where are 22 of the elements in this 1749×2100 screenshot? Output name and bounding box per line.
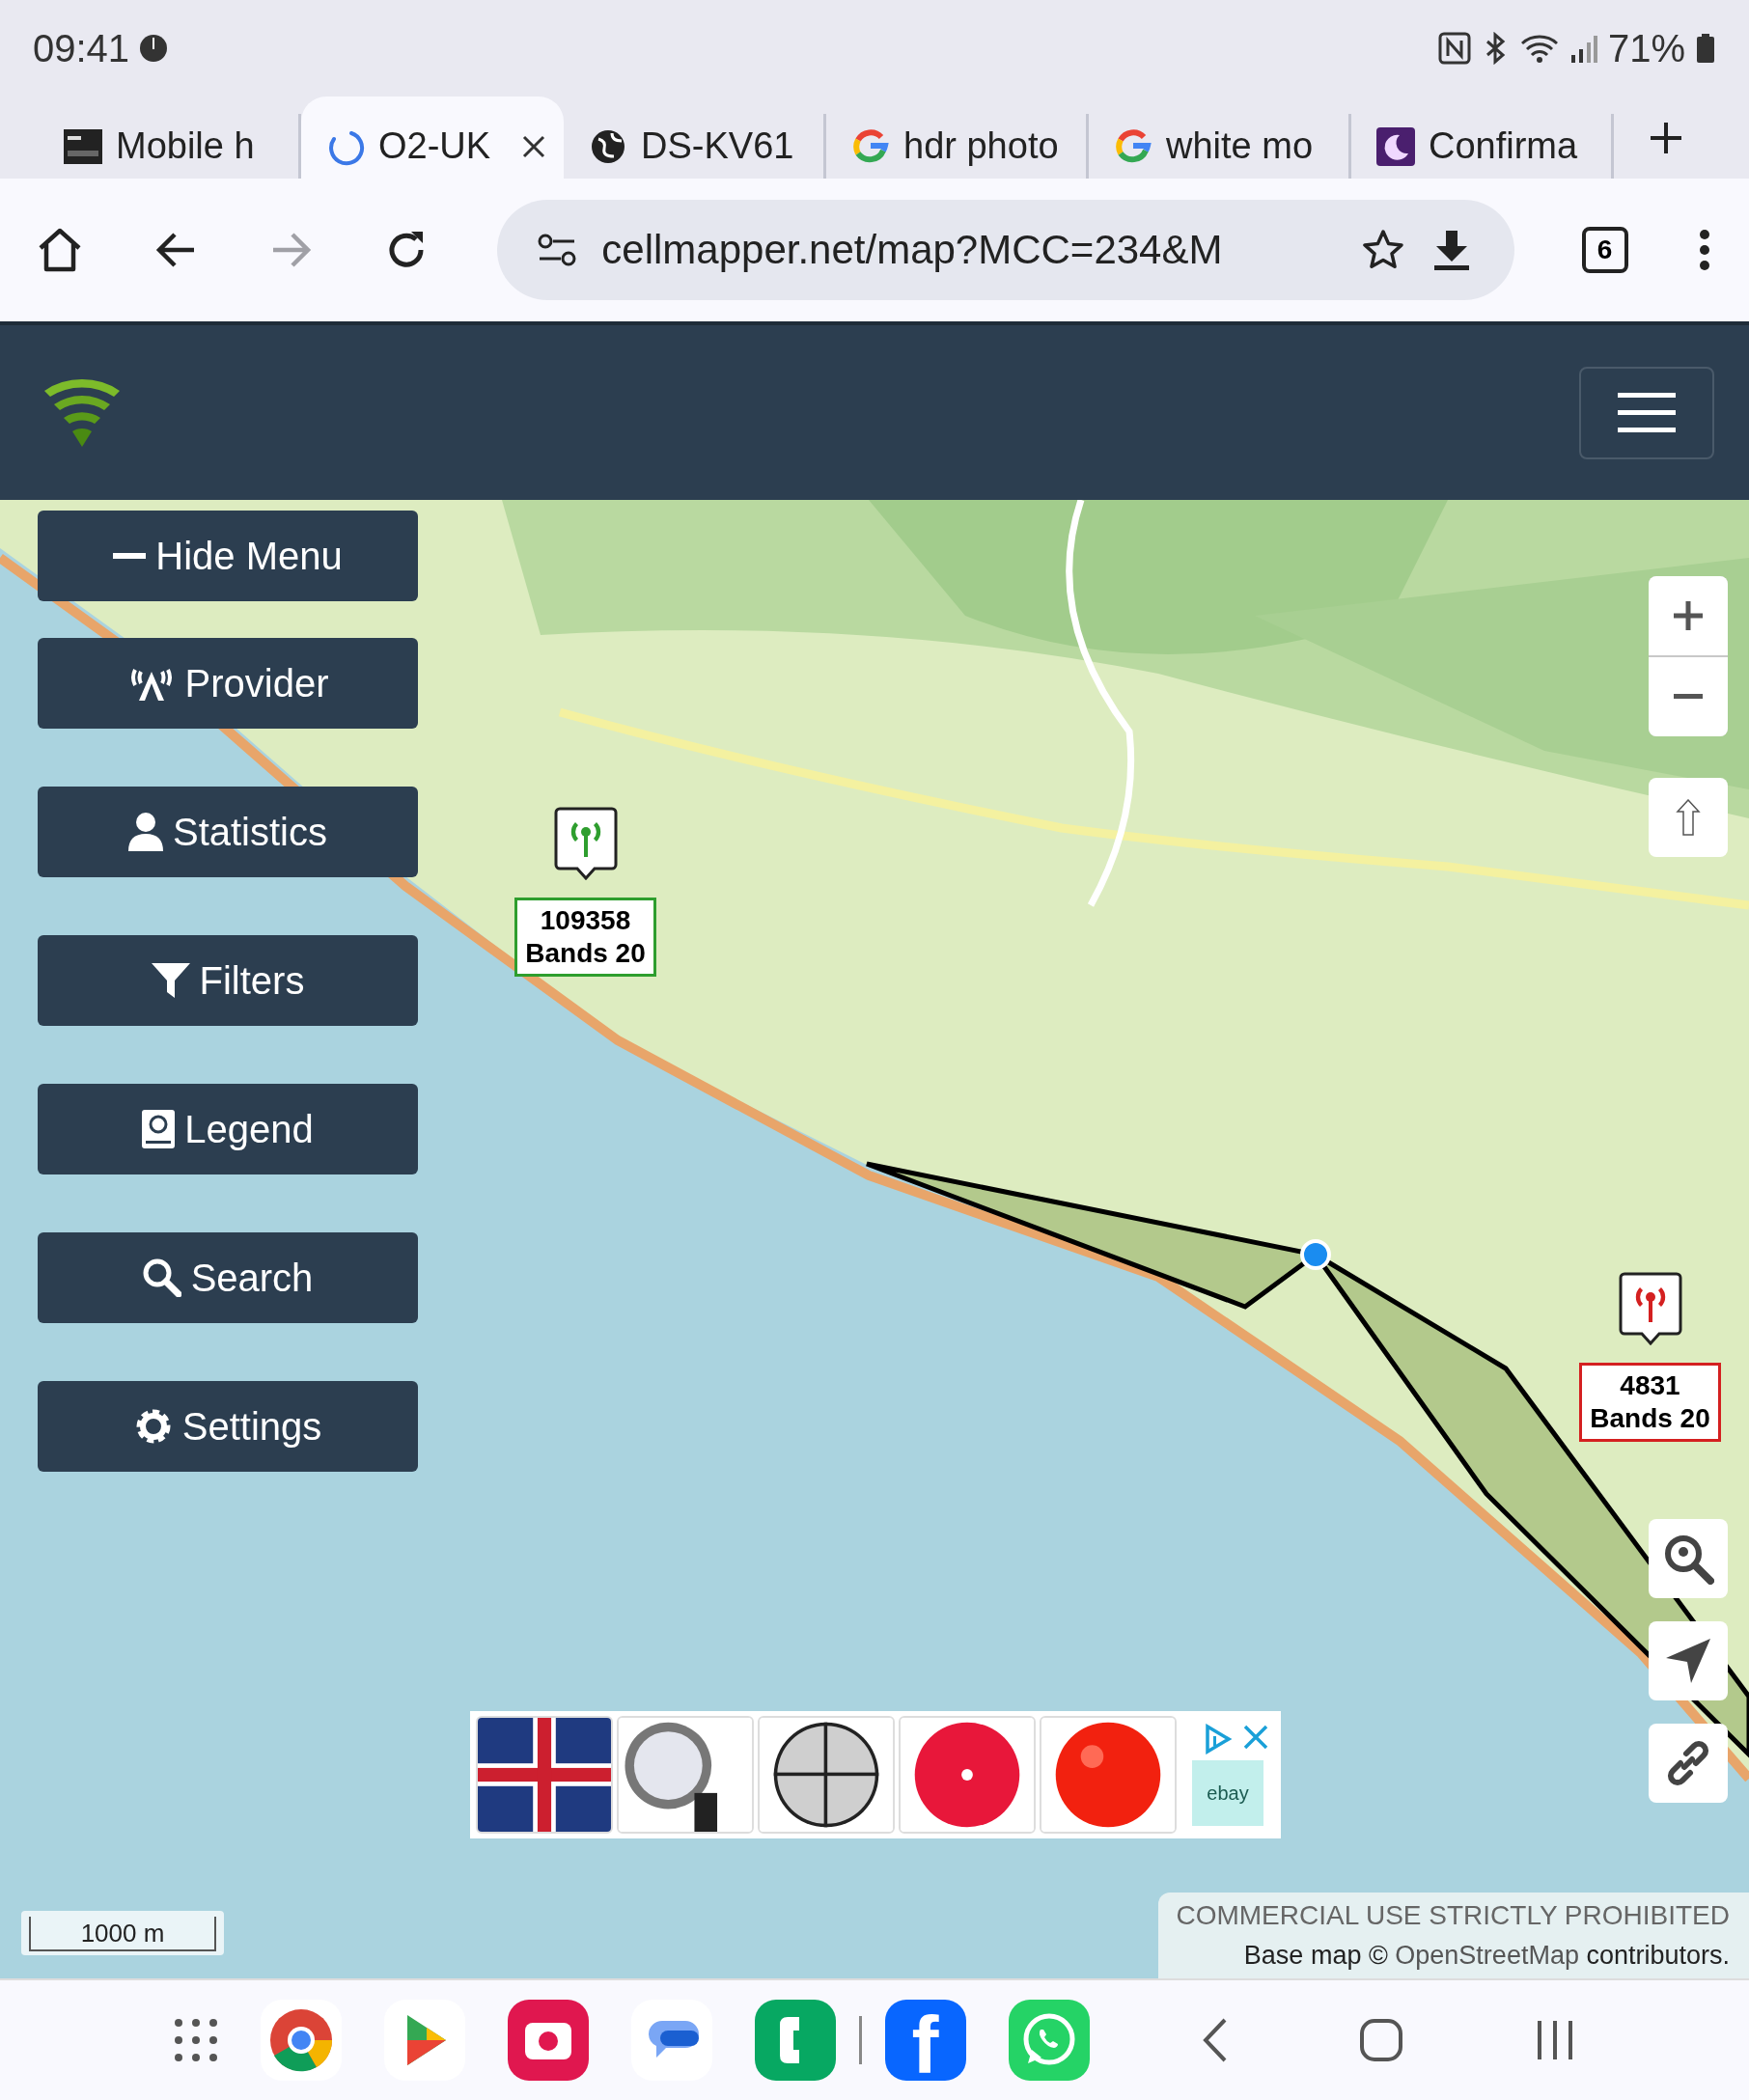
menu-button[interactable] [1579,366,1714,459]
clock: 09:41 [33,26,130,70]
camera-app-icon[interactable] [507,2000,589,2081]
battery-percentage: 71% [1607,26,1685,70]
chat-bubble-app-icon[interactable] [630,2000,712,2081]
tab-count-button[interactable]: 6 [1581,227,1628,273]
nfc-icon [1437,32,1471,65]
moon-icon [1376,126,1415,166]
site-thumbnail-icon [64,126,102,166]
browser-app-icon[interactable] [260,2000,342,2081]
close-icon[interactable] [521,133,546,159]
app-drawer-icon[interactable] [173,2018,218,2062]
home-button-icon[interactable] [1357,2017,1404,2063]
play-triangle-app-icon[interactable] [383,2000,465,2081]
phone-app-icon[interactable] [754,2000,836,2081]
menu-icon [1618,390,1676,435]
clock-icon [139,34,169,63]
social-app-icon[interactable]: f [884,2000,966,2081]
browser-tab[interactable]: O2-UK [301,97,564,179]
battery-icon [1695,32,1716,65]
address-bar[interactable]: cellmapper.net/map?MCC=234&M [497,200,1515,300]
new-tab-icon[interactable] [1649,120,1683,155]
